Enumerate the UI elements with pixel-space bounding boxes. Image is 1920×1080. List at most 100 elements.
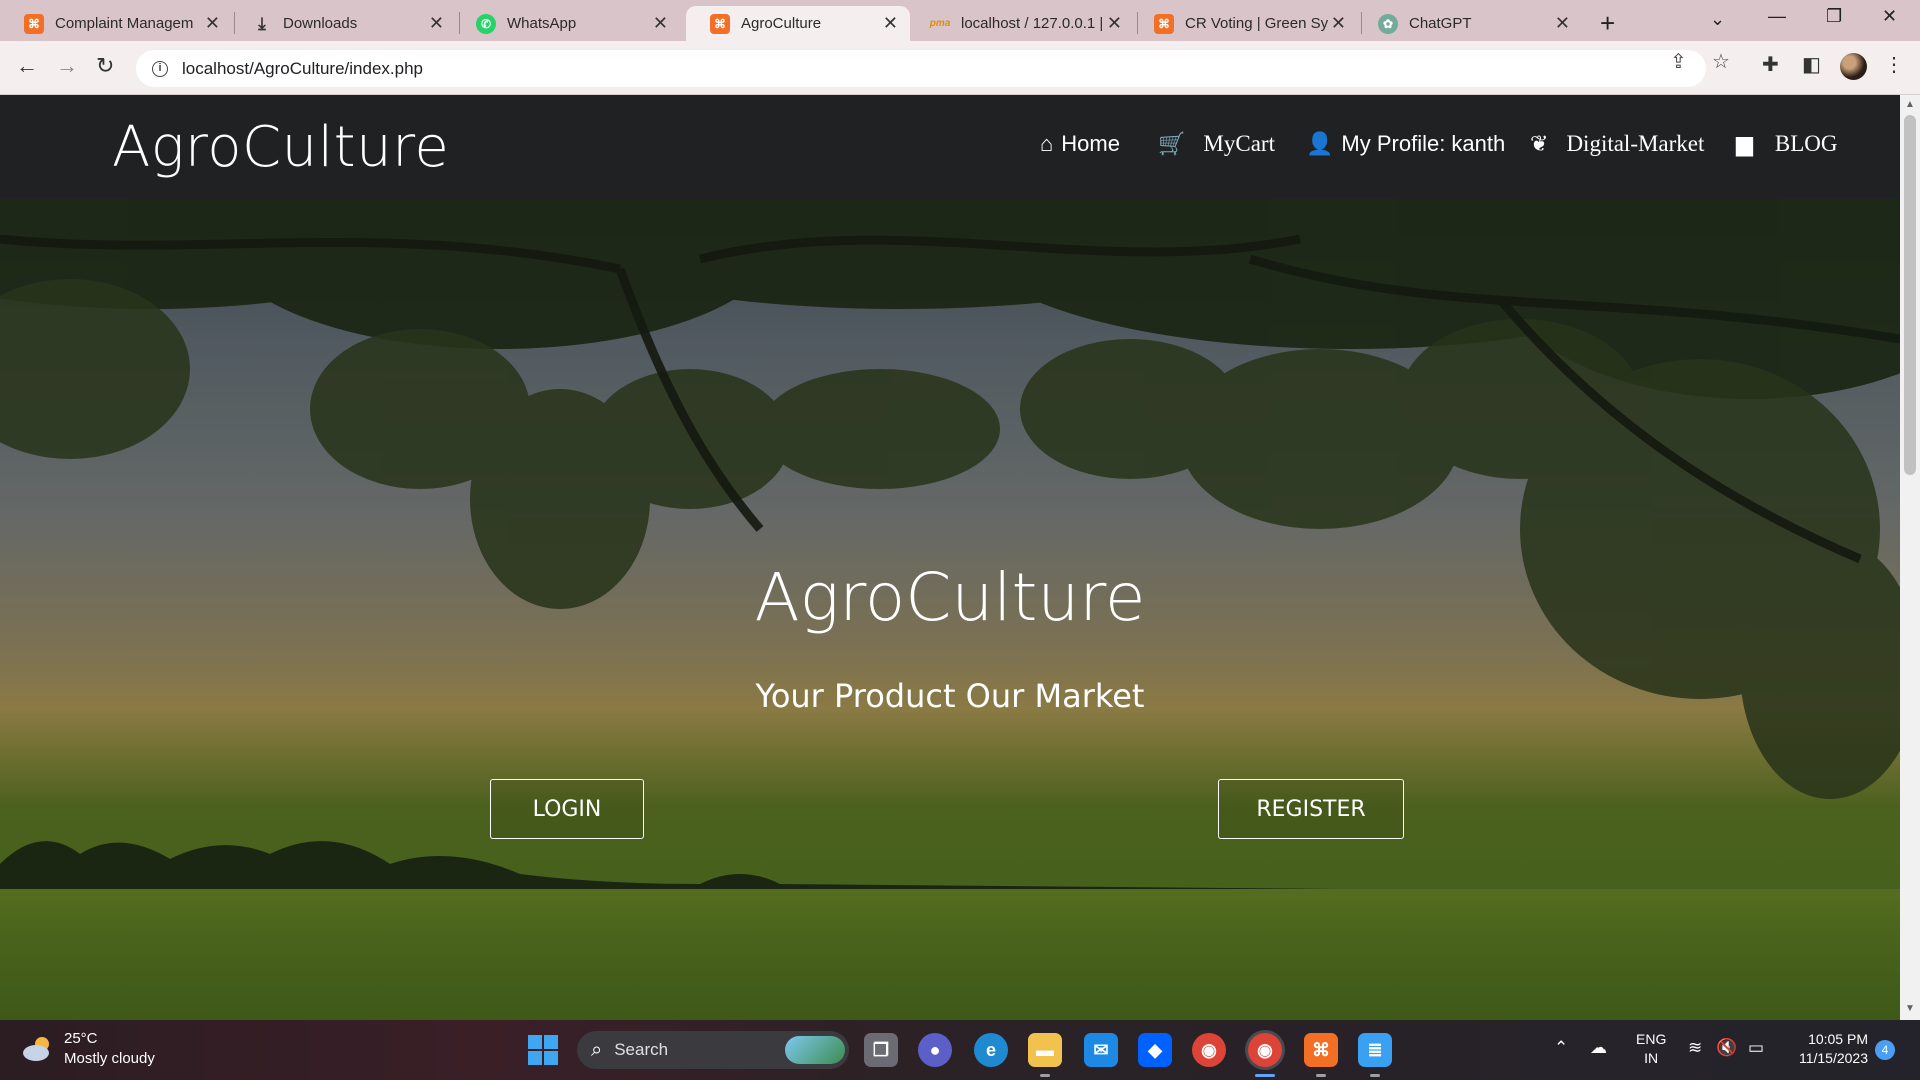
tab-title: Complaint Managem xyxy=(55,15,194,32)
new-tab-button[interactable]: + xyxy=(1600,8,1615,39)
taskbar-search[interactable]: ⌕ Search xyxy=(577,1031,849,1069)
address-bar[interactable]: i localhost/AgroCulture/index.php xyxy=(136,50,1706,87)
xampp-icon: ⌘ xyxy=(710,13,730,34)
site-brand[interactable]: AgroCulture xyxy=(112,115,449,180)
cloud-sun-icon[interactable] xyxy=(22,1034,54,1062)
extensions-puzzle-icon[interactable]: ✚ xyxy=(1762,52,1779,77)
weather-description[interactable]: Mostly cloudy xyxy=(64,1050,155,1067)
tab-whatsapp[interactable]: ✆ WhatsApp ✕ xyxy=(452,6,680,41)
browser-tab-strip: ⌘ Complaint Managem ✕ ⤓ Downloads ✕ ✆ Wh… xyxy=(0,0,1920,41)
notification-badge[interactable]: 4 xyxy=(1875,1040,1895,1060)
search-highlight-image xyxy=(785,1036,845,1064)
input-language[interactable]: ENG IN xyxy=(1636,1030,1666,1068)
mail-icon[interactable]: ✉ xyxy=(1084,1033,1118,1067)
nav-blog-label: BLOG xyxy=(1774,131,1838,156)
weather-temperature[interactable]: 25°C xyxy=(64,1030,98,1047)
close-icon[interactable]: ✕ xyxy=(883,14,898,32)
back-arrow-icon[interactable]: ← xyxy=(16,53,38,79)
whatsapp-icon: ✆ xyxy=(476,13,496,34)
task-view-icon[interactable]: ❐ xyxy=(864,1033,898,1067)
tab-title: Downloads xyxy=(283,15,358,32)
clock-date: 11/15/2023 xyxy=(1798,1050,1868,1066)
page-viewport: AgroCulture ⌂ Home 🛒 MyCart 👤 My Profile… xyxy=(0,95,1900,1020)
dropbox-icon[interactable]: ◆ xyxy=(1138,1033,1172,1067)
download-icon: ⤓ xyxy=(258,13,266,33)
site-navbar: AgroCulture ⌂ Home 🛒 MyCart 👤 My Profile… xyxy=(0,95,1900,199)
hero-section: AgroCulture Your Product Our Market LOGI… xyxy=(0,199,1900,1020)
profile-avatar[interactable] xyxy=(1840,53,1867,80)
tab-chatgpt[interactable]: ✿ ChatGPT ✕ xyxy=(1354,6,1582,41)
battery-icon[interactable]: ▭ xyxy=(1748,1038,1764,1058)
hero-subtitle: Your Product Our Market xyxy=(755,677,1145,715)
nav-digital-market[interactable]: ❦ Digital-Market xyxy=(1530,131,1704,157)
xampp-icon[interactable]: ⌘ xyxy=(1304,1033,1338,1067)
windows-start-icon[interactable] xyxy=(528,1035,558,1065)
tab-complaint-management[interactable]: ⌘ Complaint Managem ✕ xyxy=(0,6,232,41)
scroll-down-arrow-icon[interactable]: ▼ xyxy=(1905,1003,1915,1014)
app-running-indicator xyxy=(1316,1074,1326,1077)
tab-agroculture[interactable]: ⌘ AgroCulture ✕ xyxy=(686,6,910,41)
url-text[interactable]: localhost/AgroCulture/index.php xyxy=(182,59,423,79)
chrome-icon[interactable]: ◉ xyxy=(1192,1033,1226,1067)
chatgpt-icon: ✿ xyxy=(1378,13,1398,34)
close-icon[interactable]: ✕ xyxy=(653,14,668,32)
hero-title: AgroCulture xyxy=(754,559,1146,636)
home-icon: ⌂ xyxy=(1040,131,1054,156)
phpmyadmin-icon: pma xyxy=(929,18,951,29)
restore-icon[interactable]: ❐ xyxy=(1826,6,1842,27)
nav-home-label: Home xyxy=(1061,131,1120,156)
system-clock[interactable]: 10:05 PM 11/15/2023 xyxy=(1786,1030,1868,1068)
register-button[interactable]: REGISTER xyxy=(1218,779,1404,839)
share-icon[interactable]: ⇪ xyxy=(1670,49,1687,74)
close-icon[interactable]: ✕ xyxy=(1555,14,1570,32)
close-icon[interactable]: ✕ xyxy=(1107,14,1122,32)
xampp-icon: ⌘ xyxy=(24,13,44,34)
login-button[interactable]: LOGIN xyxy=(490,779,644,839)
reload-icon[interactable]: ↻ xyxy=(96,53,114,79)
edge-browser-icon[interactable]: e xyxy=(974,1033,1008,1067)
nav-profile-label: My Profile: kanth xyxy=(1341,131,1506,156)
clock-time: 10:05 PM xyxy=(1808,1031,1868,1047)
page-scrollbar[interactable]: ▲ ▼ xyxy=(1900,95,1920,1020)
xampp-icon: ⌘ xyxy=(1154,13,1174,34)
tab-title: CR Voting | Green Sy xyxy=(1185,15,1329,32)
nav-mycart[interactable]: 🛒 MyCart xyxy=(1158,131,1275,157)
minimize-icon[interactable]: — xyxy=(1768,6,1786,27)
scroll-up-arrow-icon[interactable]: ▲ xyxy=(1905,99,1915,110)
wifi-icon[interactable]: ≋ xyxy=(1688,1038,1702,1058)
app-active-indicator xyxy=(1255,1074,1275,1077)
tab-downloads[interactable]: ⤓ Downloads ✕ xyxy=(228,6,456,41)
forward-arrow-icon[interactable]: → xyxy=(56,53,78,79)
nav-profile[interactable]: 👤 My Profile: kanth xyxy=(1306,131,1505,157)
tab-search-chevron-icon[interactable]: ⌄ xyxy=(1710,9,1725,30)
notepad-icon[interactable]: ≣ xyxy=(1358,1033,1392,1067)
close-icon[interactable]: ✕ xyxy=(205,14,220,32)
teams-chat-icon[interactable]: ● xyxy=(918,1033,952,1067)
close-icon[interactable]: ✕ xyxy=(429,14,444,32)
speaker-muted-icon[interactable]: 🔇 xyxy=(1716,1038,1737,1058)
site-info-icon[interactable]: i xyxy=(152,60,168,77)
close-icon[interactable]: ✕ xyxy=(1331,14,1346,32)
app-running-indicator xyxy=(1040,1074,1050,1077)
language-code: ENG xyxy=(1636,1031,1667,1047)
tab-title: WhatsApp xyxy=(507,15,577,32)
bookmark-star-icon[interactable]: ☆ xyxy=(1712,49,1730,74)
side-panel-icon[interactable]: ◧ xyxy=(1802,52,1821,77)
tab-phpmyadmin[interactable]: pma localhost / 127.0.0.1 | ✕ xyxy=(906,6,1134,41)
windows-taskbar: 25°C Mostly cloudy ⌕ Search ❐ ● e ▬ ✉ ◆ … xyxy=(0,1020,1920,1080)
menu-kebab-icon[interactable]: ⋮ xyxy=(1884,52,1904,77)
nav-home[interactable]: ⌂ Home xyxy=(1040,131,1120,157)
show-hidden-icons-chevron-icon[interactable]: ⌃ xyxy=(1554,1038,1568,1058)
chrome-profile-icon[interactable]: ◉ xyxy=(1248,1033,1282,1067)
region-code: IN xyxy=(1644,1050,1659,1066)
browser-toolbar: ← → ↻ i localhost/AgroCulture/index.php … xyxy=(0,41,1920,95)
scrollbar-thumb[interactable] xyxy=(1904,115,1916,475)
nav-mycart-label: MyCart xyxy=(1203,131,1275,156)
nav-blog[interactable]: ▆ BLOG xyxy=(1736,131,1838,157)
taskbar-search-label: Search xyxy=(614,1040,669,1059)
window-close-icon[interactable]: ✕ xyxy=(1882,6,1897,27)
tab-cr-voting[interactable]: ⌘ CR Voting | Green Sy ✕ xyxy=(1130,6,1358,41)
onedrive-cloud-icon[interactable]: ☁ xyxy=(1590,1038,1607,1058)
tab-title: AgroCulture xyxy=(741,15,822,32)
file-explorer-icon[interactable]: ▬ xyxy=(1028,1033,1062,1067)
